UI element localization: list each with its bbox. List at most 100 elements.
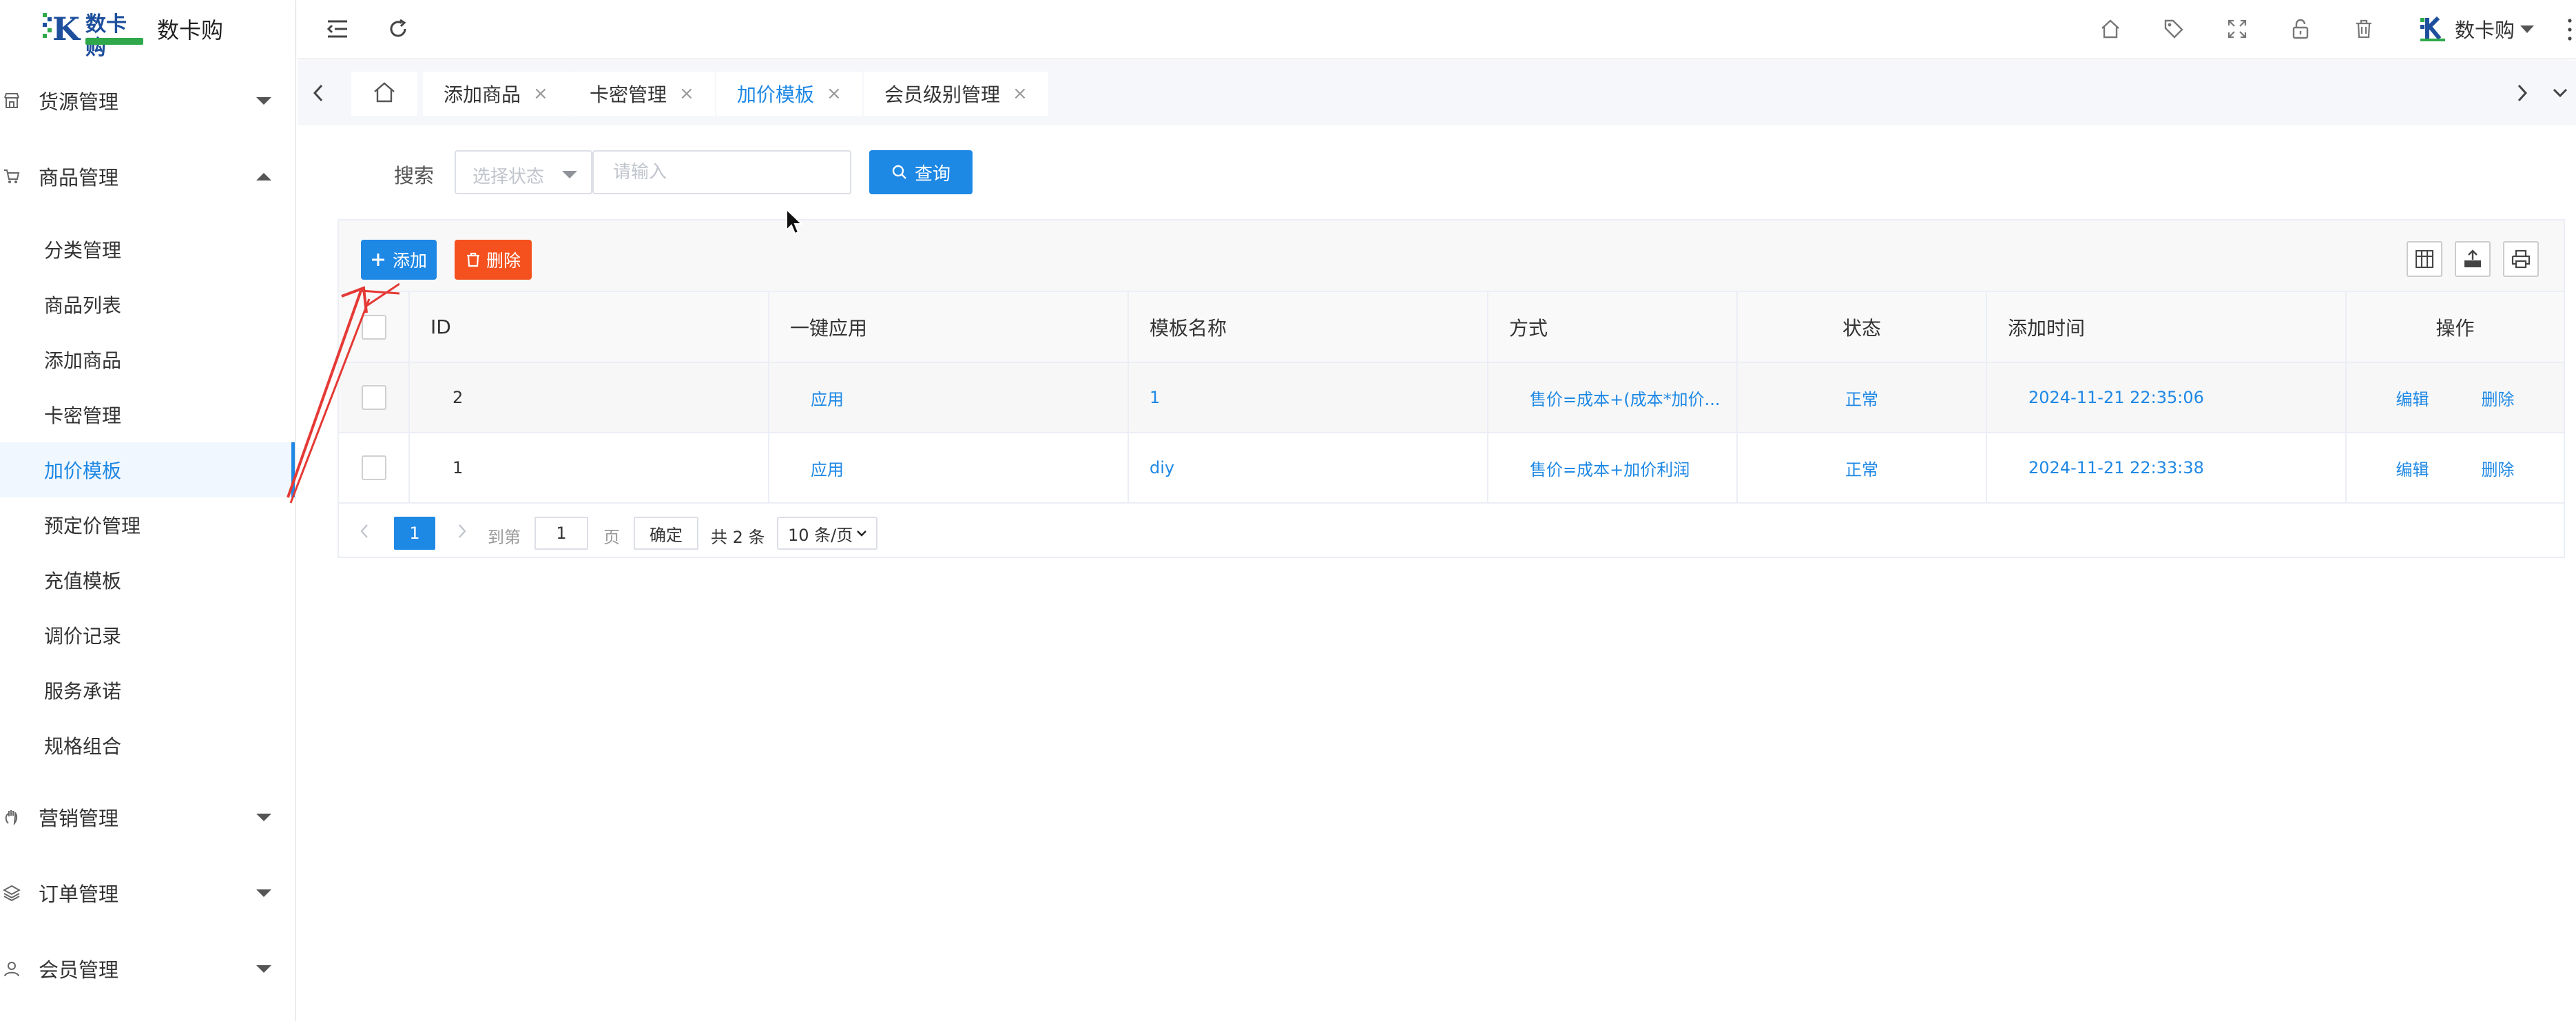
goto-page-input[interactable] [534, 517, 588, 550]
columns-icon[interactable] [2407, 241, 2442, 277]
edit-link[interactable]: 编辑 [2396, 460, 2429, 479]
sidebar-item-label: 服务承诺 [44, 680, 122, 703]
cell-name: diy [1128, 433, 1488, 504]
sidebar-item-card-secret[interactable]: 卡密管理 [0, 387, 295, 442]
tab-member-level[interactable]: 会员级别管理 × [864, 72, 1048, 116]
page-size-value: 10 条/页 [788, 525, 853, 545]
menu-group-label: 会员管理 [39, 958, 119, 982]
sidebar: K 数卡购 数卡购 货源管理 商品管理 分类管理 商品列表 添加商品 卡密管理 … [0, 0, 296, 1021]
header-checkbox-cell [339, 292, 410, 363]
close-icon[interactable]: × [679, 85, 694, 103]
menu-group-members[interactable]: 会员管理 [0, 941, 296, 996]
chevron-down-icon [256, 813, 271, 821]
tab-menu-chevron-icon[interactable] [2544, 72, 2576, 114]
apply-link[interactable]: 应用 [769, 362, 1129, 433]
search-input[interactable] [592, 150, 851, 194]
edit-link[interactable]: 编辑 [2396, 390, 2429, 409]
select-all-checkbox[interactable] [361, 314, 386, 340]
next-page-icon[interactable] [452, 519, 472, 543]
data-table: ID 一键应用 模板名称 方式 状态 添加时间 操作 2 应用 1 售价=成本+… [339, 292, 2564, 504]
hand-icon [1, 807, 22, 827]
goto-label: 到第 [488, 528, 521, 547]
query-button[interactable]: 查询 [869, 150, 973, 194]
menu-group-orders[interactable]: 订单管理 [0, 865, 296, 920]
logo-letter: K [52, 10, 80, 48]
column-header-apply: 一键应用 [769, 292, 1129, 363]
row-checkbox[interactable] [361, 385, 386, 410]
tab-label: 卡密管理 [590, 83, 667, 106]
user-name: 数卡购 [2455, 19, 2515, 42]
sidebar-item-recharge-template[interactable]: 充值模板 [0, 553, 295, 608]
sidebar-item-service-promise[interactable]: 服务承诺 [0, 663, 295, 718]
home-icon [373, 81, 396, 106]
sidebar-item-label: 预定价管理 [44, 515, 141, 537]
tab-bar: 添加商品 × 卡密管理 × 加价模板 × 会员级别管理 × [298, 61, 2576, 125]
tag-icon[interactable] [2157, 12, 2190, 45]
chevron-down-icon [855, 525, 868, 546]
app-logo[interactable]: K 数卡购 数卡购 [0, 0, 296, 60]
sidebar-item-spec-combo[interactable]: 规格组合 [0, 718, 295, 773]
export-icon[interactable] [2455, 241, 2491, 277]
page-size-select[interactable]: 10 条/页 [777, 517, 877, 550]
sidebar-item-goods-list[interactable]: 商品列表 [0, 277, 295, 332]
cell-id: 1 [409, 433, 769, 504]
home-icon[interactable] [2094, 12, 2127, 45]
sidebar-item-label: 规格组合 [44, 735, 122, 758]
close-icon[interactable]: × [533, 85, 548, 103]
tab-label: 会员级别管理 [884, 83, 1001, 106]
query-button-label: 查询 [914, 163, 951, 184]
column-header-time: 添加时间 [1986, 292, 2347, 363]
tab-add-goods[interactable]: 添加商品 × [423, 72, 569, 116]
cell-actions: 编辑 删除 [2346, 433, 2564, 504]
sidebar-item-label: 添加商品 [44, 349, 122, 372]
apply-link[interactable]: 应用 [769, 433, 1129, 504]
logo-mark-text: 数卡购 [85, 12, 127, 60]
sidebar-item-add-goods[interactable]: 添加商品 [0, 332, 295, 387]
menu-group-label: 订单管理 [39, 883, 119, 906]
more-icon[interactable] [2568, 18, 2572, 41]
current-page[interactable]: 1 [394, 517, 435, 550]
sidebar-item-preset-price[interactable]: 预定价管理 [0, 497, 295, 553]
cart-icon [1, 166, 22, 187]
sidebar-item-label: 充值模板 [44, 570, 122, 592]
status-select[interactable]: 选择状态 [455, 150, 592, 194]
sidebar-item-label: 加价模板 [44, 460, 122, 482]
menu-group-marketing[interactable]: 营销管理 [0, 790, 296, 845]
delete-button[interactable]: 删除 [455, 240, 532, 280]
refresh-icon[interactable] [382, 12, 415, 45]
add-button[interactable]: 添加 [361, 240, 437, 280]
menu-group-label: 货源管理 [39, 90, 119, 114]
unlock-icon[interactable] [2284, 12, 2317, 45]
tab-home[interactable] [351, 72, 417, 116]
tab-card-secret[interactable]: 卡密管理 × [569, 72, 715, 116]
menu-group-supply[interactable]: 货源管理 [0, 73, 296, 128]
menu-fold-icon[interactable] [321, 12, 354, 45]
sidebar-item-price-log[interactable]: 调价记录 [0, 608, 295, 663]
delete-link[interactable]: 删除 [2482, 460, 2515, 479]
close-icon[interactable]: × [827, 85, 842, 103]
app-name: 数卡购 [157, 17, 224, 43]
user-menu[interactable]: 数卡购 [2419, 10, 2535, 48]
fullscreen-icon[interactable] [2221, 12, 2254, 45]
tab-markup-template[interactable]: 加价模板 × [716, 72, 862, 116]
logo-squares-icon [43, 13, 52, 38]
cell-method: 售价=成本+加价利润 [1488, 433, 1738, 504]
menu-group-goods[interactable]: 商品管理 [0, 149, 296, 204]
table-header-row: ID 一键应用 模板名称 方式 状态 添加时间 操作 [339, 292, 2564, 363]
goto-confirm-button[interactable]: 确定 [634, 517, 698, 550]
trash-icon[interactable] [2347, 12, 2380, 45]
trash-icon [466, 252, 479, 267]
sidebar-item-markup-template[interactable]: 加价模板 [0, 442, 295, 497]
close-icon[interactable]: × [1012, 85, 1028, 103]
row-checkbox[interactable] [361, 455, 386, 480]
prev-page-icon[interactable] [354, 519, 375, 543]
mouse-cursor-icon [786, 208, 804, 235]
user-icon [1, 958, 22, 979]
sidebar-item-category[interactable]: 分类管理 [0, 222, 295, 277]
print-icon[interactable] [2503, 241, 2539, 277]
total-count: 共 2 条 [711, 528, 765, 547]
top-header: 数卡购 [298, 0, 2576, 59]
tab-scroll-left-icon[interactable] [298, 72, 339, 114]
delete-link[interactable]: 删除 [2482, 390, 2515, 409]
tab-scroll-right-icon[interactable] [2502, 72, 2543, 114]
